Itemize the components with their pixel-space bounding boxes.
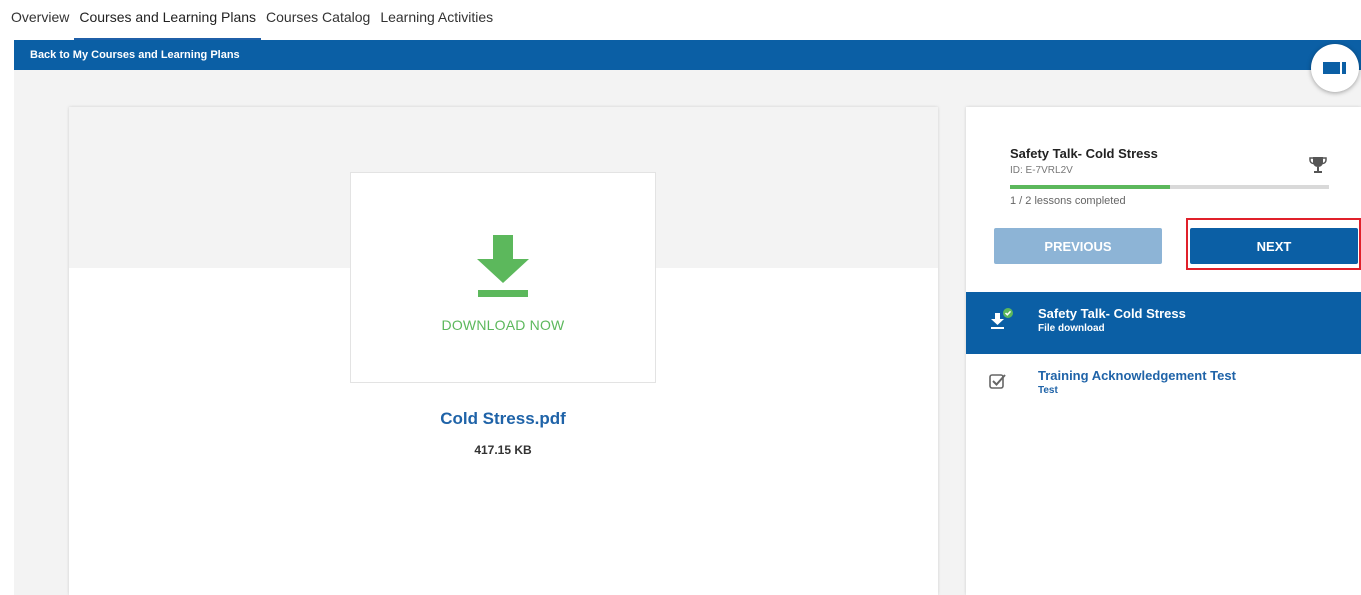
lesson-item-acknowledgement-test[interactable]: Training Acknowledgement Test Test <box>966 354 1361 416</box>
lesson-item-safety-talk[interactable]: Safety Talk- Cold Stress File download <box>966 292 1361 354</box>
checkbox-icon <box>989 374 1006 389</box>
course-title: Safety Talk- Cold Stress <box>1010 146 1158 161</box>
lesson-title: Training Acknowledgement Test <box>1038 368 1236 383</box>
next-button[interactable]: NEXT <box>1190 228 1358 264</box>
download-icon <box>477 235 529 297</box>
course-id: ID: E-7VRL2V <box>1010 165 1073 176</box>
top-navigation: Overview Courses and Learning Plans Cour… <box>0 0 1361 40</box>
sidebar-toggle-button[interactable] <box>1311 44 1359 92</box>
trophy-icon <box>1309 157 1327 173</box>
course-progress-bar <box>1010 185 1329 189</box>
back-to-courses-link[interactable]: Back to My Courses and Learning Plans <box>30 49 240 61</box>
previous-button[interactable]: PREVIOUS <box>994 228 1162 264</box>
tab-courses-and-learning-plans[interactable]: Courses and Learning Plans <box>74 0 262 40</box>
lesson-type: Test <box>1038 385 1058 396</box>
lesson-type: File download <box>1038 323 1105 334</box>
tab-learning-activities[interactable]: Learning Activities <box>375 0 498 40</box>
course-player-header: Back to My Courses and Learning Plans <box>14 40 1361 70</box>
lesson-title: Safety Talk- Cold Stress <box>1038 306 1186 321</box>
panel-toggle-icon <box>1323 62 1346 74</box>
file-name-link[interactable]: Cold Stress.pdf <box>350 409 656 429</box>
download-now-card[interactable]: DOWNLOAD NOW <box>350 172 656 383</box>
tab-courses-catalog[interactable]: Courses Catalog <box>261 0 375 40</box>
file-size: 417.15 KB <box>474 443 532 457</box>
download-now-label: DOWNLOAD NOW <box>441 317 565 333</box>
tab-overview[interactable]: Overview <box>6 0 74 40</box>
course-progress-fill <box>1010 185 1170 189</box>
download-completed-icon <box>991 308 1013 329</box>
lessons-completed-text: 1 / 2 lessons completed <box>1010 195 1126 207</box>
